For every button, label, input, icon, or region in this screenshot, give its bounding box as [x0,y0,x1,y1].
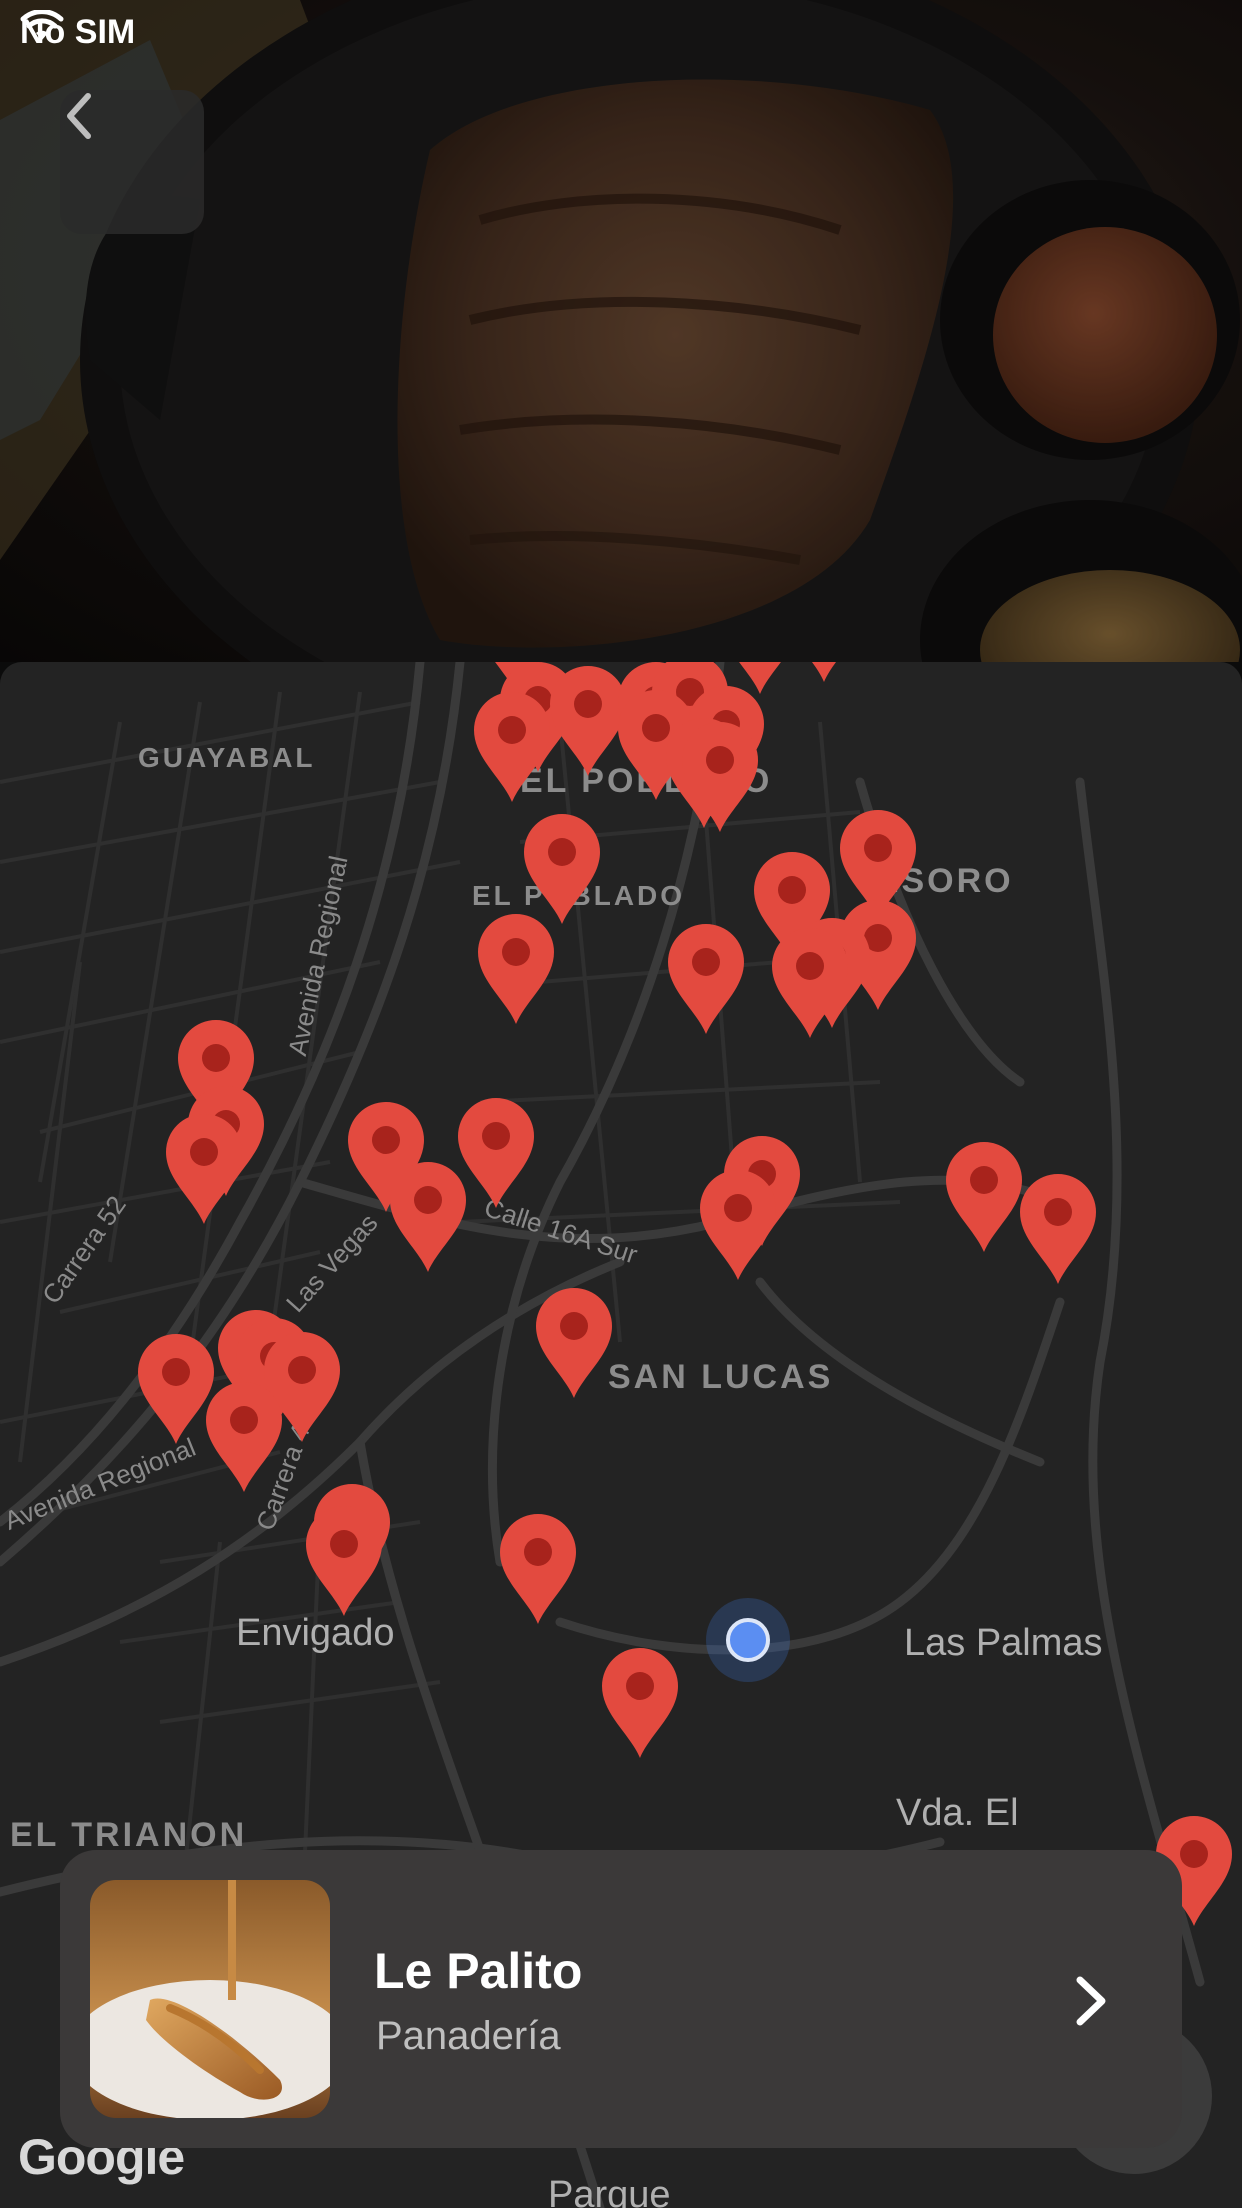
restaurant-pin[interactable] [522,814,602,926]
restaurant-pin[interactable] [666,924,746,1036]
place-title: Le Palito [374,1943,583,1999]
map-label-las-palmas: Las Palmas [904,1622,1103,1664]
restaurant-pin[interactable] [164,1114,244,1226]
restaurant-pin[interactable] [534,1288,614,1400]
restaurant-pin[interactable] [498,1514,578,1626]
status-bar: No SIM [20,10,135,54]
wifi-icon [20,10,64,40]
chevron-left-icon [67,93,91,139]
place-category: Panadería [376,2014,561,2058]
selected-place-card[interactable]: Le Palito Panadería [60,1850,1182,2148]
restaurant-pin[interactable] [304,1506,384,1618]
map-label-san-lucas: SAN LUCAS [608,1358,834,1396]
restaurant-pin[interactable] [784,662,864,684]
restaurant-pin[interactable] [680,722,760,834]
map-label-guayabal: GUAYABAL [138,742,316,773]
restaurant-pin[interactable] [770,928,850,1040]
map-label-envigado: Envigado [236,1612,395,1654]
restaurant-pin[interactable] [698,1170,778,1282]
map-label-parque: Parque [548,2174,671,2208]
restaurant-pin[interactable] [456,1098,536,1210]
restaurant-pin[interactable] [1018,1174,1098,1286]
back-button[interactable] [60,90,204,234]
place-photo [90,1880,330,2118]
chevron-right-icon[interactable] [1072,1974,1110,2028]
user-location-marker [706,1598,790,1682]
restaurant-pin[interactable] [476,914,556,1026]
restaurant-pin[interactable] [204,1382,284,1494]
user-location-dot [726,1618,770,1662]
restaurant-pin[interactable] [388,1162,468,1274]
restaurant-pin[interactable] [944,1142,1024,1254]
pastry-photo-illustration [90,1880,330,2118]
restaurant-pin[interactable] [472,692,552,804]
restaurant-hero-photo: No SIM [0,0,1242,662]
restaurant-pin[interactable] [600,1648,680,1760]
map-label-vda-el: Vda. El [896,1792,1019,1834]
